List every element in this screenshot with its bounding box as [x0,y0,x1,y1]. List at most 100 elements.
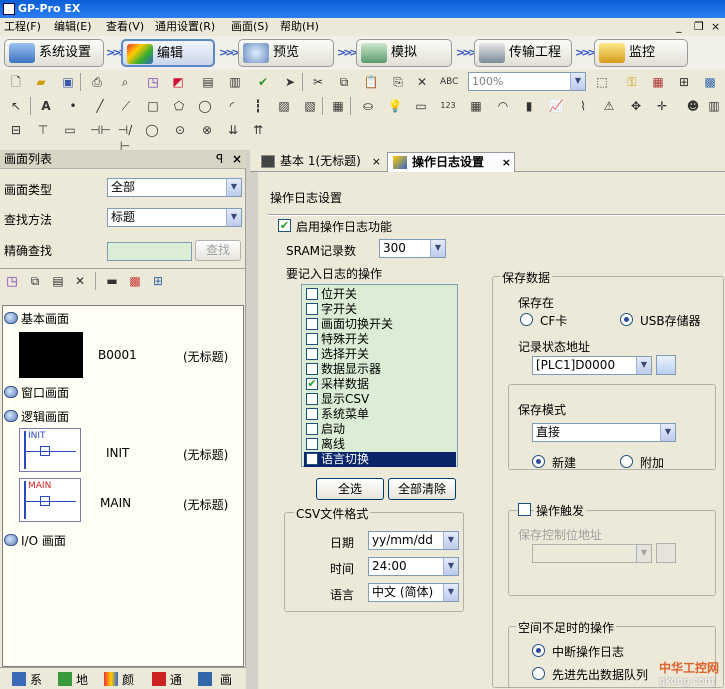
coil-set-icon[interactable]: ⊙ [172,122,188,138]
instruction-list-icon[interactable]: ⇈ [250,122,266,138]
address-icon[interactable]: ▦ [650,74,666,90]
user-icon[interactable]: ☻ [685,98,701,114]
line-icon[interactable]: ╱ [92,98,108,114]
tab-common[interactable]: 通 [170,671,182,688]
fill-icon[interactable]: ▧ [302,98,318,114]
ladder-rung-icon[interactable]: ⊟ [8,122,24,138]
screen-id[interactable]: B0001 [98,348,137,362]
more-icon[interactable]: ▥ [706,98,722,114]
copy-icon[interactable]: ⧉ [336,74,352,90]
status-address-select[interactable]: [PLC1]D0000 ▼ [532,356,652,375]
usb-storage-radio[interactable] [620,313,633,326]
clear-all-button[interactable]: 全部清除 [388,478,456,500]
screen-properties-icon[interactable]: ▬ [104,273,120,289]
date-format-select[interactable]: yy/mm/dd ▼ [368,531,459,550]
duplicate-icon[interactable]: ⎘ [390,74,406,90]
spell-check-icon[interactable]: ABC [440,74,458,90]
bar-graph-icon[interactable]: ▮ [521,98,537,114]
language-select[interactable]: 中文 (简体) ▼ [368,583,459,602]
search-input[interactable] [107,242,192,261]
screen-thumbnail[interactable] [19,332,83,378]
menu-common-settings[interactable]: 通用设置(R) [155,18,215,36]
minimize-button[interactable]: _ [676,18,682,36]
tree-window-screens[interactable]: 窗口画面 [21,384,69,401]
op-checkbox[interactable] [306,438,318,450]
lamp-icon[interactable]: 💡 [387,98,403,114]
enable-log-checkbox[interactable]: ✔ [278,219,291,232]
circle-icon[interactable]: ◯ [197,98,213,114]
tree-io-screens[interactable]: I/O 画面 [21,532,66,549]
switch-icon[interactable]: ⛀ [360,98,376,114]
op-checkbox[interactable] [306,453,318,465]
list-item[interactable]: 显示CSV [304,392,456,407]
op-checkbox[interactable] [306,423,318,435]
print-preview-icon[interactable]: ⌕ [117,74,133,90]
menu-screen[interactable]: 画面(S) [231,18,269,36]
check-icon[interactable]: ✔ [255,74,271,90]
wizard-edit-button[interactable]: 编辑 [121,39,215,67]
fifo-radio[interactable] [532,667,545,680]
list-item[interactable]: 数据显示器 [304,362,456,377]
screen-new-icon[interactable]: ◳ [145,74,161,90]
delete-icon[interactable]: ✕ [414,74,430,90]
tab-address[interactable]: 地 [76,671,88,688]
op-checkbox[interactable] [306,288,318,300]
list-item[interactable]: 系统菜单 [304,407,456,422]
screen-tree-icon[interactable]: ⊞ [150,273,166,289]
zoom-select[interactable]: 100% ▼ [468,72,586,91]
save-icon[interactable]: ▣ [60,74,76,90]
screen-color-icon[interactable]: ▩ [127,273,143,289]
operation-trigger-checkbox[interactable] [518,503,531,516]
wizard-monitor-button[interactable]: 监控 [594,39,688,67]
cf-card-radio[interactable] [520,313,533,326]
address-keypad-icon[interactable] [656,355,676,375]
alarm-icon[interactable]: ⚠ [601,98,617,114]
close-icon[interactable]: × [232,150,242,169]
list-item[interactable]: 特殊开关 [304,332,456,347]
polygon-icon[interactable]: ⬠ [171,98,187,114]
symbol-icon[interactable]: ⚿ [624,74,640,90]
polyline-icon[interactable]: ⟋ [118,98,134,114]
export-icon[interactable]: ▥ [227,74,243,90]
wizard-transfer-button[interactable]: 传输工程 [474,39,572,67]
tree-logic-screens[interactable]: 逻辑画面 [21,408,69,425]
op-checkbox[interactable] [306,408,318,420]
convert-icon[interactable]: ➤ [282,74,298,90]
search-button[interactable]: 查找 [195,240,241,261]
contact-nc-icon[interactable]: ⊣/⊢ [117,122,133,153]
list-item[interactable]: 位开关 [304,287,456,302]
tab-operation-log[interactable]: 操作日志设置 × [387,152,515,172]
op-checkbox[interactable] [306,393,318,405]
search-method-select[interactable]: 标题 ▼ [107,208,242,227]
menu-view[interactable]: 查看(V) [106,18,144,36]
meter-icon[interactable]: ◠ [495,98,511,114]
import-icon[interactable]: ▤ [200,74,216,90]
list-item[interactable]: 画面切换开关 [304,317,456,332]
keypad-icon[interactable]: ▦ [468,98,484,114]
tab-basic-screen[interactable]: 基本 1(无标题) × [256,152,384,172]
print-icon[interactable]: ⎙ [89,74,105,90]
list-item[interactable]: 启动 [304,422,456,437]
delete-screen-icon[interactable]: ✕ [72,273,88,289]
time-format-select[interactable]: 24:00 ▼ [368,557,459,576]
restore-button[interactable]: ❐ [694,18,704,36]
window-part-icon[interactable]: ▭ [413,98,429,114]
chart-icon[interactable]: 📈 [548,98,564,114]
ladder-thumbnail[interactable]: INIT [19,428,81,472]
paste-screen-icon[interactable]: ▤ [50,273,66,289]
tree-basic-screens[interactable]: 基本画面 [21,310,69,327]
numeric-display-icon[interactable]: 123 [440,98,456,114]
tab-system[interactable]: 系 [30,671,42,688]
op-checkbox[interactable] [306,303,318,315]
list-item[interactable]: ✔ 采样数据 [304,377,456,392]
sram-count-select[interactable]: 300 ▼ [379,239,446,258]
rectangle-icon[interactable]: □ [145,98,161,114]
ladder-box-icon[interactable]: ▭ [62,122,78,138]
scale-icon[interactable]: ┇ [250,98,266,114]
cross-move-icon[interactable]: ✛ [654,98,670,114]
ladder-branch-icon[interactable]: ⊤ [35,122,51,138]
op-checkbox[interactable] [306,363,318,375]
ladder-thumbnail[interactable]: MAIN [19,478,81,522]
paste-icon[interactable]: 📋 [363,74,379,90]
copy-screen-icon[interactable]: ⧉ [27,273,43,289]
